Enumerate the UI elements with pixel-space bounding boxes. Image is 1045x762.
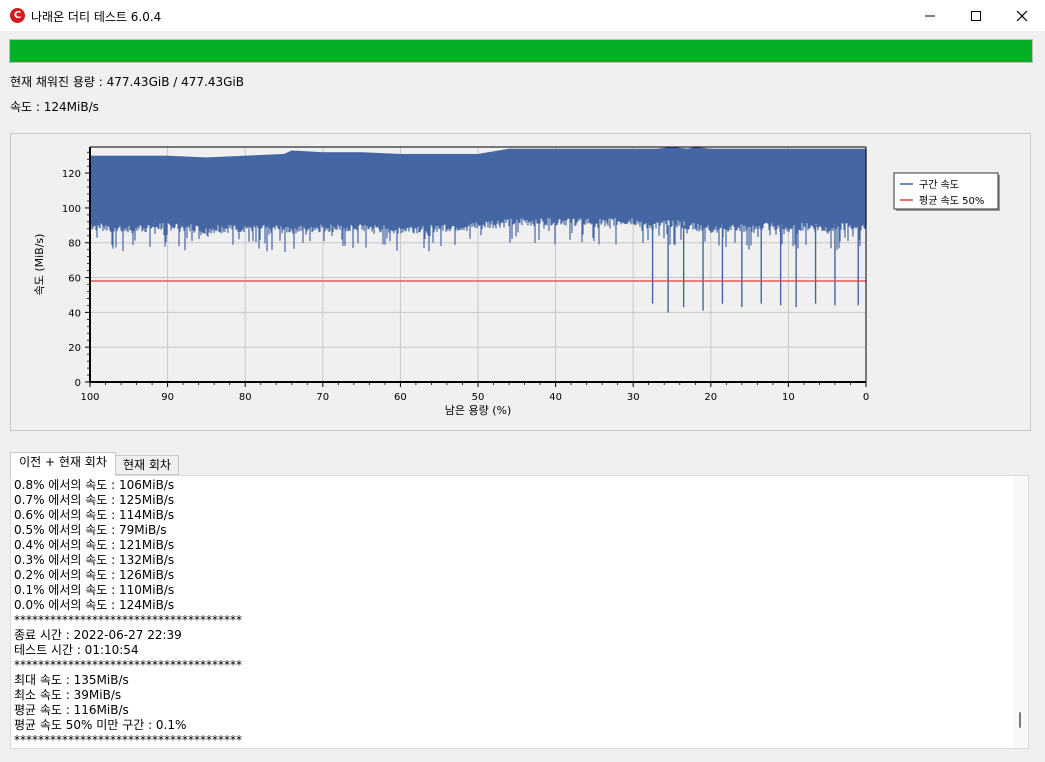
x-tick-label: 0 [863,392,869,403]
log-line: 평균 속도 : 116MiB/s [14,703,129,717]
log-lines: 0.8% 에서의 속도 : 106MiB/s 0.7% 에서의 속도 : 125M… [14,478,242,748]
window-title: 나래온 더티 테스트 6.0.4 [31,10,162,24]
y-tick-label: 60 [68,274,81,285]
y-axis-label: 속도 (MiB/s) [33,234,46,296]
log-line: 테스트 시간 : 01:10:54 [14,643,139,657]
log-line: 최소 속도 : 39MiB/s [14,688,122,702]
log-line: 0.2% 에서의 속도 : 126MiB/s [14,568,175,582]
log-line: 0.7% 에서의 속도 : 125MiB/s [14,493,175,507]
log-line: 0.6% 에서의 속도 : 114MiB/s [14,508,175,522]
x-tick-label: 30 [627,392,640,403]
capacity-label: 현재 채워진 용량 : 477.43GiB / 477.43GiB [10,75,244,89]
close-button[interactable] [999,0,1045,31]
legend-label: 구간 속도 [919,179,959,191]
log-textbox[interactable]: 0.8% 에서의 속도 : 106MiB/s 0.7% 에서의 속도 : 125M… [10,475,1029,749]
speed-chart: 100 90 80 70 60 50 40 30 20 10 0020406080100120남은 … [33,146,1000,417]
minimize-button[interactable] [907,0,953,31]
app-icon: C [10,8,25,23]
fill-progress-bar [9,39,1033,63]
x-tick-label: 20 [704,392,717,403]
log-line: 최대 속도 : 135MiB/s [14,673,129,687]
log-line: 0.4% 에서의 속도 : 121MiB/s [14,538,175,552]
log-line: 평균 속도 50% 미만 구간 : 0.1% [14,718,187,732]
y-tick-label: 100 [62,204,81,215]
x-tick-label: 70 [316,392,329,403]
minimize-icon [925,15,935,17]
log-line: 0.5% 에서의 속도 : 79MiB/s [14,523,167,537]
x-tick-label: 100 [80,392,99,403]
log-line: 0.8% 에서의 속도 : 106MiB/s [14,478,175,492]
scrollbar-thumb[interactable] [1019,712,1021,729]
x-tick-label: 90 [161,392,174,403]
y-tick-label: 120 [62,169,81,180]
log-line: ************************************** [14,733,242,747]
x-tick-label: 60 [394,392,407,403]
title-bar: C 나래온 더티 테스트 6.0.4 [0,0,1045,31]
y-tick-label: 40 [68,308,81,319]
x-tick-label: 80 [239,392,252,403]
y-tick-label: 0 [75,378,81,389]
log-line: 0.3% 에서의 속도 : 132MiB/s [14,553,175,567]
maximize-icon [971,11,981,21]
y-tick-label: 20 [68,343,81,354]
maximize-button[interactable] [953,0,999,31]
x-tick-label: 50 [472,392,485,403]
log-line: 0.0% 에서의 속도 : 124MiB/s [14,598,175,612]
tab-current[interactable]: 현재 회차 [115,455,179,475]
log-line: ************************************** [14,613,242,627]
close-icon [1016,10,1028,22]
x-tick-label: 10 [782,392,795,403]
x-axis-label: 남은 용량 (%) [445,404,512,417]
y-tick-label: 80 [68,239,81,250]
x-tick-label: 40 [549,392,562,403]
tab-previous-and-current[interactable]: 이전 + 현재 회차 [10,452,116,476]
legend-label: 평균 속도 50% [919,195,984,207]
log-line: ************************************** [14,658,242,672]
log-line: 0.1% 에서의 속도 : 110MiB/s [14,583,175,597]
progress-fill [10,40,1032,62]
log-line: 종료 시간 : 2022-06-27 22:39 [14,628,182,642]
speed-chart-panel: 100 90 80 70 60 50 40 30 20 10 0 0 20 40 60 80 100 120 남은 … [10,133,1031,431]
speed-label: 속도 : 124MiB/s [10,100,99,114]
vertical-scrollbar[interactable] [1013,477,1027,747]
